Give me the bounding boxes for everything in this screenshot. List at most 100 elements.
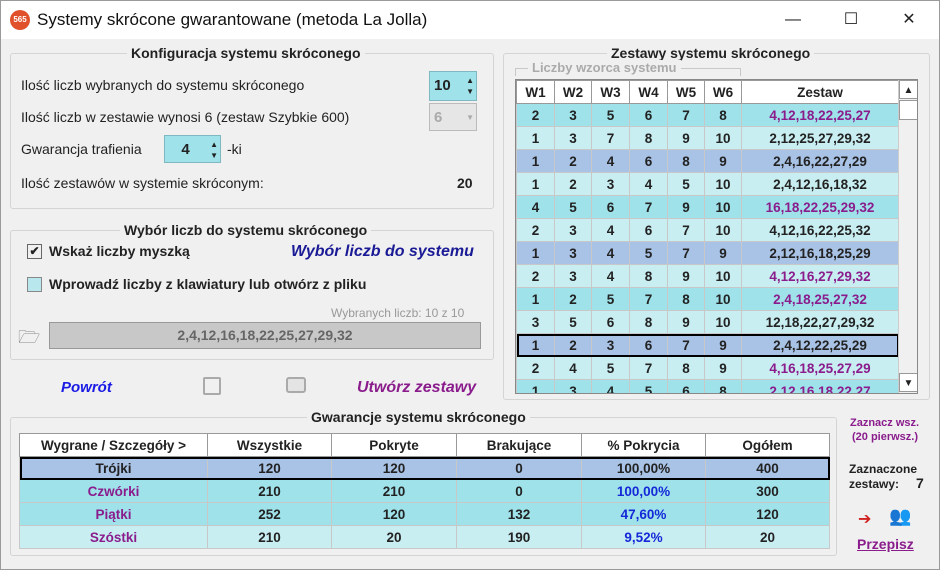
- col-wygrane[interactable]: Wygrane / Szczegóły >: [19, 433, 208, 457]
- cell-w4: 7: [629, 195, 668, 219]
- save-icon[interactable]: [203, 377, 221, 395]
- cell-zestaw: 2,12,16,18,25,29: [741, 241, 899, 265]
- table-row[interactable]: 1 3 4 5 7 9 2,12,16,18,25,29: [516, 241, 899, 265]
- print-icon[interactable]: [286, 377, 306, 393]
- sets-table: W1 W2 W3 W4 W5 W6 Zestaw 2 3 5 6 7 8 4,12,18,2…: [516, 80, 899, 393]
- select-numbers-link[interactable]: Wybór liczb do systemu: [291, 243, 474, 261]
- table-row[interactable]: 3 5 6 8 9 10 12,18,22,27,29,32: [516, 310, 899, 334]
- table-row[interactable]: Czwórki 210 210 0 100,00% 300: [19, 479, 830, 503]
- minimize-button[interactable]: —: [764, 1, 822, 39]
- col-ogolem[interactable]: Ogółem: [705, 433, 830, 457]
- col-wszystkie[interactable]: Wszystkie: [207, 433, 332, 457]
- pattern-label: Liczby wzorca systemu: [528, 60, 681, 75]
- col-w1[interactable]: W1: [516, 80, 555, 104]
- table-row[interactable]: 1 2 3 4 5 10 2,4,12,16,18,32: [516, 172, 899, 196]
- cell-w1: 4: [516, 195, 555, 219]
- table-row[interactable]: 1 2 3 6 7 9 2,4,12,22,25,29: [516, 333, 899, 357]
- col-w3[interactable]: W3: [591, 80, 630, 104]
- col-w2[interactable]: W2: [554, 80, 592, 104]
- table-row[interactable]: 1 2 4 6 8 9 2,4,16,22,27,29: [516, 149, 899, 173]
- combo-down-icon[interactable]: ▼: [466, 113, 474, 122]
- table-row[interactable]: 2 3 5 6 7 8 4,12,18,22,25,27: [516, 103, 899, 127]
- col-pokryte[interactable]: Pokryte: [331, 433, 457, 457]
- cell-w1: 1: [516, 287, 555, 311]
- cell-w6: 8: [704, 379, 742, 393]
- cell-w2: 5: [554, 310, 592, 334]
- cell-w1: 2: [516, 264, 555, 288]
- numbers-field[interactable]: 2,4,12,16,18,22,25,27,29,32: [49, 322, 481, 349]
- export-arrow-icon[interactable]: ➔: [858, 509, 878, 529]
- cell-w1: 1: [516, 149, 555, 173]
- cell-w6: 10: [704, 172, 742, 196]
- table-row[interactable]: Trójki 120 120 0 100,00% 400: [19, 456, 830, 480]
- cell-w3: 4: [591, 379, 630, 393]
- col-zestaw[interactable]: Zestaw: [741, 80, 899, 104]
- col-brakujace[interactable]: Brakujące: [456, 433, 582, 457]
- cell-w6: 10: [704, 195, 742, 219]
- marked-value: 7: [916, 475, 924, 491]
- cell-w2: 3: [554, 379, 592, 393]
- cell-w3: 3: [591, 333, 630, 357]
- spin-down-icon[interactable]: ▼: [210, 151, 218, 160]
- guarantee-spinner[interactable]: 4 ▲ ▼: [164, 135, 221, 163]
- cell-zestaw: 4,12,16,22,25,32: [741, 218, 899, 242]
- cell-w5: 8: [667, 356, 705, 380]
- cell-pct: 100,00%: [581, 479, 706, 503]
- spin-up-icon[interactable]: ▲: [466, 76, 474, 85]
- table-row[interactable]: 4 5 6 7 9 10 16,18,22,25,29,32: [516, 195, 899, 219]
- count-spinner[interactable]: 10 ▲ ▼: [429, 71, 477, 101]
- mouse-checkbox[interactable]: ✔: [27, 244, 42, 259]
- cell-w2: 3: [554, 103, 592, 127]
- cell-w4: 6: [629, 218, 668, 242]
- cell-w3: 6: [591, 310, 630, 334]
- spin-up-icon[interactable]: ▲: [210, 140, 218, 149]
- back-button[interactable]: Powrót: [61, 379, 112, 396]
- main-window: 565 Systemy skrócone gwarantowane (metod…: [0, 0, 940, 570]
- table-row[interactable]: Szóstki 210 20 190 9,52% 20: [19, 525, 830, 549]
- mark-all-sub[interactable]: (20 pierwsz.): [852, 431, 918, 443]
- cell-w5: 8: [667, 149, 705, 173]
- table-row[interactable]: 1 3 7 8 9 10 2,12,25,27,29,32: [516, 126, 899, 150]
- users-icon[interactable]: 👥: [889, 506, 913, 530]
- sets-scrollbar[interactable]: ▲ ▼: [898, 80, 917, 393]
- app-logo-icon: 565: [10, 10, 30, 30]
- keyboard-checkbox[interactable]: [27, 277, 42, 292]
- col-w4[interactable]: W4: [629, 80, 668, 104]
- cell-zestaw: 2,4,12,16,18,32: [741, 172, 899, 196]
- scroll-thumb[interactable]: [899, 100, 917, 120]
- col-w5[interactable]: W5: [667, 80, 705, 104]
- scroll-up-icon[interactable]: ▲: [899, 80, 917, 99]
- table-row[interactable]: 2 3 4 8 9 10 4,12,16,27,29,32: [516, 264, 899, 288]
- col-pokrycie[interactable]: % Pokrycia: [581, 433, 706, 457]
- mark-all-button[interactable]: Zaznacz wsz.: [850, 417, 919, 429]
- cell-w3: 5: [591, 287, 630, 311]
- cell-w6: 10: [704, 310, 742, 334]
- cell-missing: 132: [456, 502, 582, 526]
- col-w6[interactable]: W6: [704, 80, 742, 104]
- create-sets-button[interactable]: Utwórz zestawy: [357, 379, 476, 397]
- cell-w1: 2: [516, 103, 555, 127]
- table-row[interactable]: 1 2 5 7 8 10 2,4,18,25,27,32: [516, 287, 899, 311]
- total-value: 20: [457, 175, 473, 191]
- set-size-combo[interactable]: 6 ▼: [429, 103, 477, 131]
- close-button[interactable]: ✕: [880, 1, 938, 39]
- copy-button[interactable]: Przepisz: [857, 536, 914, 552]
- spin-down-icon[interactable]: ▼: [466, 87, 474, 96]
- window-title: Systemy skrócone gwarantowane (metoda La…: [37, 10, 428, 29]
- cell-w4: 7: [629, 356, 668, 380]
- table-row[interactable]: 2 4 5 7 8 9 4,16,18,25,27,29: [516, 356, 899, 380]
- scroll-down-icon[interactable]: ▼: [899, 373, 917, 392]
- table-row[interactable]: 1 3 4 5 6 8 2,12,16,18,22,27: [516, 379, 899, 393]
- config-title: Konfiguracja systemu skróconego: [127, 45, 365, 61]
- cell-w6: 9: [704, 356, 742, 380]
- cell-w2: 3: [554, 241, 592, 265]
- table-row[interactable]: Piątki 252 120 132 47,60% 120: [19, 502, 830, 526]
- table-row[interactable]: 2 3 4 6 7 10 4,12,16,22,25,32: [516, 218, 899, 242]
- cell-w4: 7: [629, 287, 668, 311]
- cell-all: 120: [207, 456, 332, 480]
- open-folder-icon[interactable]: 🗁: [18, 325, 40, 355]
- maximize-button[interactable]: ☐: [822, 1, 880, 39]
- marked-label-1: Zaznaczone: [849, 462, 918, 476]
- keyboard-label: Wprowadź liczby z klawiatury lub otwórz …: [49, 276, 367, 292]
- selection-title: Wybór liczb do systemu skróconego: [120, 222, 372, 238]
